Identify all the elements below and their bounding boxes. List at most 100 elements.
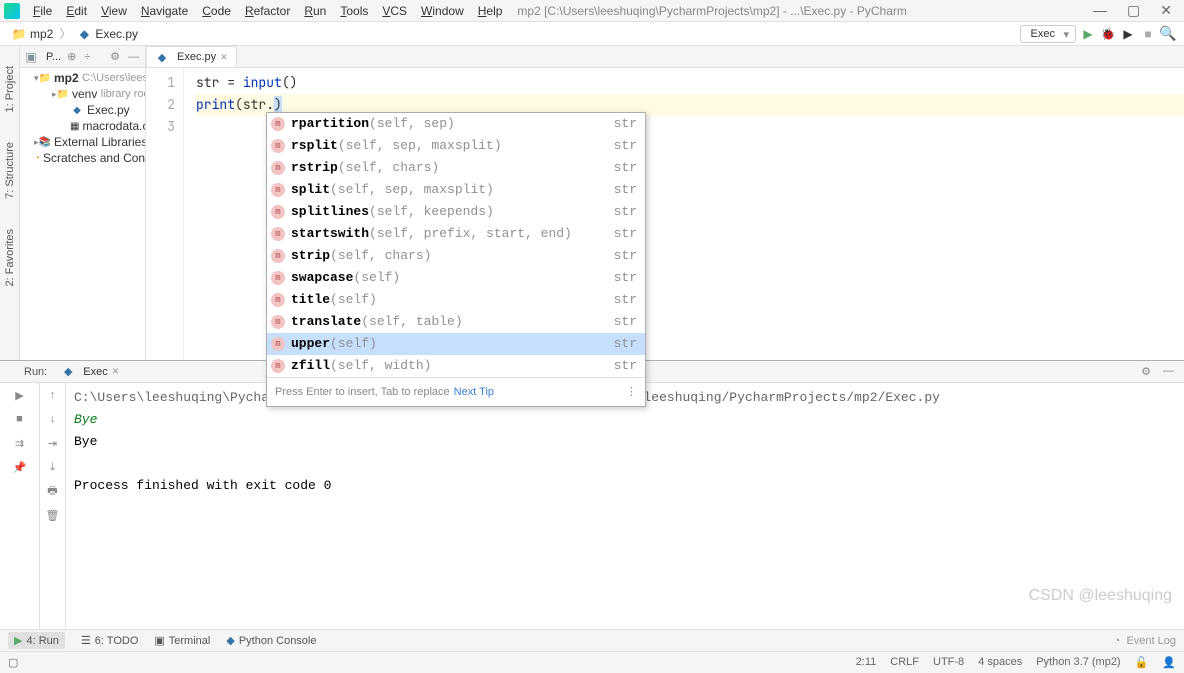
pin-icon[interactable]: 📌	[12, 459, 28, 475]
python-file-icon: ◆	[155, 50, 169, 64]
run-config-dropdown[interactable]: Exec	[1020, 25, 1076, 43]
status-line-sep[interactable]: CRLF	[890, 656, 919, 669]
status-interpreter[interactable]: Python 3.7 (mp2)	[1036, 656, 1120, 669]
autocomplete-item-title[interactable]: mtitle(self)str	[267, 289, 645, 311]
method-icon: m	[271, 227, 285, 241]
autocomplete-item-split[interactable]: msplit(self, sep, maxsplit)str	[267, 179, 645, 201]
maximize-icon[interactable]: ▢	[1127, 2, 1140, 19]
up-icon[interactable]: ↑	[45, 387, 61, 403]
autocomplete-name: title	[291, 290, 330, 310]
more-icon[interactable]: ⋮	[626, 381, 637, 403]
minimize-icon[interactable]: —	[1093, 2, 1107, 19]
breadcrumb-file[interactable]: ◆ Exec.py	[73, 27, 142, 41]
menu-tools[interactable]: Tools	[333, 2, 375, 20]
menu-code[interactable]: Code	[195, 2, 238, 20]
stop-icon[interactable]: ■	[12, 411, 28, 427]
print-icon[interactable]: 🖶	[45, 483, 61, 499]
autocomplete-item-startswith[interactable]: mstartswith(self, prefix, start, end)str	[267, 223, 645, 245]
autocomplete-item-rsplit[interactable]: mrsplit(self, sep, maxsplit)str	[267, 135, 645, 157]
menu-refactor[interactable]: Refactor	[238, 2, 297, 20]
status-caret-pos[interactable]: 2:11	[856, 656, 877, 669]
autocomplete-name: rsplit	[291, 136, 338, 156]
stop-icon[interactable]: ■	[1140, 26, 1156, 42]
run-label: Run:	[24, 366, 47, 378]
status-indent[interactable]: 4 spaces	[978, 656, 1022, 669]
autocomplete-item-splitlines[interactable]: msplitlines(self, keepends)str	[267, 201, 645, 223]
bottom-tab-pyconsole[interactable]: ◆ Python Console	[226, 634, 316, 647]
menu-run[interactable]: Run	[297, 2, 333, 20]
lock-icon[interactable]: 🔓	[1135, 656, 1149, 669]
editor-tab-exec[interactable]: ◆ Exec.py ✕	[146, 46, 237, 67]
autocomplete-next-tip[interactable]: Next Tip	[454, 381, 494, 403]
tree-macrodata-label: macrodata.csv	[82, 119, 146, 133]
project-tree: ▾ 📁 mp2 C:\Users\leeshu ▸ 📁 venv library…	[20, 68, 145, 168]
breadcrumb-project[interactable]: 📁 mp2	[8, 27, 57, 41]
hide-icon[interactable]: —	[1161, 365, 1176, 378]
menu-edit[interactable]: Edit	[59, 2, 94, 20]
tree-exec[interactable]: ◆ Exec.py	[20, 102, 145, 118]
status-encoding[interactable]: UTF-8	[933, 656, 964, 669]
side-tab-favorites[interactable]: 2: Favorites	[4, 229, 16, 286]
inspection-icon[interactable]: 👤	[1162, 656, 1176, 669]
code-body[interactable]: str = input() print(str.) mrpartition(se…	[184, 68, 1184, 360]
bottom-tab-todo[interactable]: ☰ 6: TODO	[81, 634, 138, 647]
autocomplete-item-swapcase[interactable]: mswapcase(self)str	[267, 267, 645, 289]
run-tab-exec[interactable]: ◆ Exec ✕	[55, 363, 125, 381]
trash-icon[interactable]: 🗑	[45, 507, 61, 523]
close-icon[interactable]: ✕	[1160, 2, 1172, 19]
tree-venv[interactable]: ▸ 📁 venv library root	[20, 86, 145, 102]
method-icon: m	[271, 337, 285, 351]
close-tab-icon[interactable]: ✕	[220, 52, 228, 63]
tree-macrodata[interactable]: ▦ macrodata.csv	[20, 118, 145, 134]
side-tab-structure[interactable]: 7: Structure	[4, 142, 16, 199]
autocomplete-params: (self)	[330, 334, 377, 354]
layout-icon[interactable]: ⇉	[12, 435, 28, 451]
search-icon[interactable]: 🔍	[1160, 26, 1176, 42]
todo-icon: ☰	[81, 634, 91, 647]
autocomplete-item-zfill[interactable]: mzfill(self, width)str	[267, 355, 645, 377]
bottom-tab-eventlog[interactable]: Event Log	[1126, 635, 1176, 647]
gear-icon[interactable]: ⚙	[1139, 365, 1153, 378]
autocomplete-item-upper[interactable]: mupper(self)str	[267, 333, 645, 355]
bottom-tab-terminal[interactable]: ▣ Terminal	[154, 634, 210, 647]
close-tab-icon[interactable]: ✕	[112, 366, 120, 377]
autocomplete-item-translate[interactable]: mtranslate(self, table)str	[267, 311, 645, 333]
scratch-icon: ◔	[34, 151, 40, 165]
menu-file[interactable]: File	[26, 2, 59, 20]
menu-vcs[interactable]: VCS	[375, 2, 414, 20]
tree-root[interactable]: ▾ 📁 mp2 C:\Users\leeshu	[20, 70, 145, 86]
method-icon: m	[271, 249, 285, 263]
autocomplete-item-rpartition[interactable]: mrpartition(self, sep)str	[267, 113, 645, 135]
run-icon[interactable]: ▶	[1080, 26, 1096, 42]
hide-icon[interactable]: —	[126, 51, 141, 63]
autocomplete-params: (self, keepends)	[369, 202, 494, 222]
debug-icon[interactable]: 🐞	[1100, 26, 1116, 42]
down-icon[interactable]: ↓	[45, 411, 61, 427]
tree-root-path: C:\Users\leeshu	[82, 72, 146, 84]
rerun-icon[interactable]: ▶	[12, 387, 28, 403]
expand-icon[interactable]: ÷	[82, 51, 92, 63]
target-icon[interactable]: ⊕	[65, 50, 78, 63]
csv-file-icon: ▦	[70, 119, 79, 133]
side-tab-project[interactable]: 1: Project	[4, 66, 16, 112]
method-icon: m	[271, 293, 285, 307]
menu-window[interactable]: Window	[414, 2, 471, 20]
autocomplete-item-rstrip[interactable]: mrstrip(self, chars)str	[267, 157, 645, 179]
autocomplete-item-strip[interactable]: mstrip(self, chars)str	[267, 245, 645, 267]
menu-help[interactable]: Help	[471, 2, 510, 20]
autocomplete-params: (self, sep, maxsplit)	[338, 136, 502, 156]
menu-navigate[interactable]: Navigate	[134, 2, 195, 20]
run-coverage-icon[interactable]: ▶	[1120, 26, 1136, 42]
code-editor[interactable]: 1 2 3 str = input() print(str.) mrpartit…	[146, 68, 1184, 360]
bottom-tab-todo-label: 6: TODO	[95, 635, 139, 647]
python-file-icon: ◆	[70, 103, 84, 117]
breadcrumb: 📁 mp2 〉 ◆ Exec.py Exec ▶ 🐞 ▶ ■ 🔍	[0, 22, 1184, 46]
menu-view[interactable]: View	[94, 2, 134, 20]
wrap-icon[interactable]: ⇥	[45, 435, 61, 451]
console-output[interactable]: C:\Users\leeshuqing\PycharmProjects\mp2\…	[66, 383, 1184, 629]
autocomplete-name: swapcase	[291, 268, 353, 288]
scroll-icon[interactable]: ⤓	[45, 459, 61, 475]
tree-scratches[interactable]: ◔ Scratches and Consol	[20, 150, 145, 166]
tree-external-libs[interactable]: ▸ 📚 External Libraries	[20, 134, 145, 150]
gear-icon[interactable]: ⚙	[108, 50, 122, 63]
